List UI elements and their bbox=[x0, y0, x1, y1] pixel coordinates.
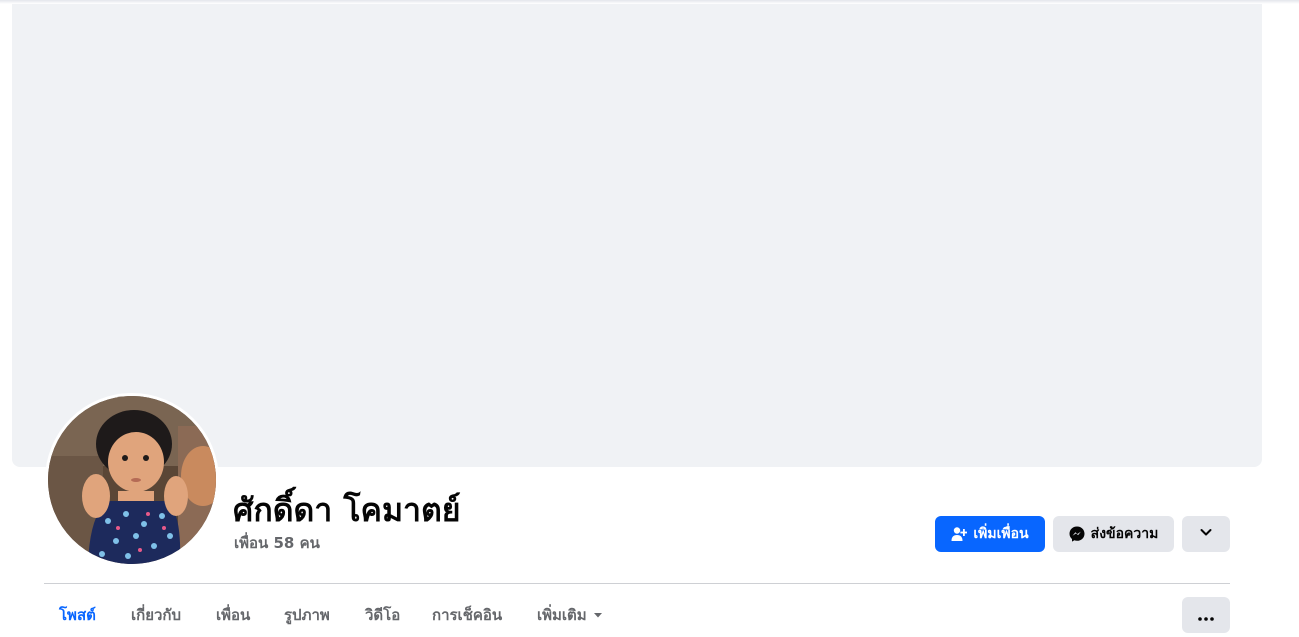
caret-down-icon bbox=[593, 610, 603, 620]
tab-about[interactable]: เกี่ยวกับ bbox=[131, 597, 181, 633]
person-plus-icon bbox=[951, 526, 968, 542]
tab-checkins[interactable]: การเช็คอิน bbox=[432, 597, 502, 633]
add-friend-label: เพิ่มเพื่อน bbox=[973, 526, 1029, 542]
tab-label: เพื่อน bbox=[216, 606, 251, 624]
tab-label: เกี่ยวกับ bbox=[131, 606, 182, 624]
profile-picture-image bbox=[48, 396, 216, 564]
profile-options-button[interactable] bbox=[1182, 597, 1230, 633]
tab-photos[interactable]: รูปภาพ bbox=[284, 597, 330, 633]
more-actions-dropdown-button[interactable] bbox=[1182, 516, 1230, 552]
chevron-down-icon bbox=[1199, 525, 1213, 543]
message-button[interactable]: ส่งข้อความ bbox=[1053, 516, 1174, 552]
tab-videos[interactable]: วิดีโอ bbox=[365, 597, 400, 633]
messenger-icon bbox=[1069, 526, 1085, 542]
tab-posts[interactable]: โพสต์ bbox=[59, 597, 96, 633]
tab-label: การเช็คอิน bbox=[432, 606, 503, 624]
tab-more[interactable]: เพิ่มเติม bbox=[537, 597, 603, 633]
add-friend-button[interactable]: เพิ่มเพื่อน bbox=[935, 516, 1045, 552]
cover-photo[interactable] bbox=[12, 4, 1262, 467]
profile-picture[interactable] bbox=[45, 393, 219, 567]
profile-name: ศักดิ์ดา โคมาตย์ bbox=[233, 491, 461, 529]
tab-friends[interactable]: เพื่อน bbox=[216, 597, 250, 633]
message-label: ส่งข้อความ bbox=[1090, 526, 1159, 542]
tab-label: รูปภาพ bbox=[284, 606, 330, 624]
tab-label: วิดีโอ bbox=[365, 606, 401, 624]
friends-count-link[interactable]: เพื่อน 58 คน bbox=[234, 533, 320, 553]
tab-label: โพสต์ bbox=[59, 606, 96, 624]
tab-label: เพิ่มเติม bbox=[537, 606, 587, 624]
ellipsis-icon bbox=[1198, 606, 1214, 625]
profile-divider bbox=[44, 583, 1230, 584]
